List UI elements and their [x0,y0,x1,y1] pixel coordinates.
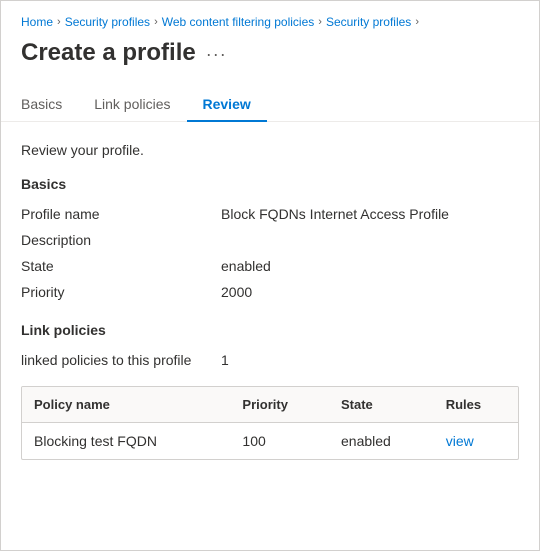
description-label: Description [21,230,201,250]
rules-view-link[interactable]: view [446,433,474,449]
col-header-state: State [329,387,434,423]
table-header-row: Policy name Priority State Rules [22,387,518,423]
content-area: Review your profile. Basics Profile name… [1,122,539,496]
priority-label: Priority [21,282,201,302]
review-description: Review your profile. [21,142,519,158]
basics-section: Basics Profile name Block FQDNs Internet… [21,176,519,302]
state-label: State [21,256,201,276]
priority-value: 2000 [221,282,519,302]
description-value [221,230,519,250]
tab-review[interactable]: Review [187,88,267,122]
linked-policies-label: linked policies to this profile [21,350,201,370]
breadcrumb-web-content[interactable]: Web content filtering policies [162,15,315,29]
cell-policy-name: Blocking test FQDN [22,423,230,460]
profile-name-label: Profile name [21,204,201,224]
basics-fields: Profile name Block FQDNs Internet Access… [21,204,519,302]
tab-link-policies[interactable]: Link policies [78,88,186,122]
breadcrumb: Home › Security profiles › Web content f… [1,1,539,33]
link-policies-section: Link policies linked policies to this pr… [21,322,519,460]
linked-policies-row: linked policies to this profile 1 [21,350,519,370]
breadcrumb-sep-4: › [415,16,419,28]
more-options-button[interactable]: ··· [206,44,227,65]
policies-table-container: Policy name Priority State Rules Blockin… [21,386,519,460]
linked-policies-value: 1 [221,350,519,370]
col-header-rules: Rules [434,387,518,423]
page-title: Create a profile [21,37,196,68]
breadcrumb-sep-1: › [57,16,61,28]
page-header: Create a profile ··· [1,33,539,68]
cell-rules: view [434,423,518,460]
breadcrumb-home[interactable]: Home [21,15,53,29]
breadcrumb-security-profiles-2[interactable]: Security profiles [326,15,411,29]
cell-state: enabled [329,423,434,460]
tab-basics[interactable]: Basics [21,88,78,122]
breadcrumb-sep-3: › [318,16,322,28]
page-container: Home › Security profiles › Web content f… [0,0,540,551]
cell-priority: 100 [230,423,329,460]
breadcrumb-security-profiles-1[interactable]: Security profiles [65,15,150,29]
tabs-container: Basics Link policies Review [1,72,539,122]
col-header-priority: Priority [230,387,329,423]
basics-section-title: Basics [21,176,519,192]
policies-table: Policy name Priority State Rules Blockin… [22,387,518,459]
profile-name-value: Block FQDNs Internet Access Profile [221,204,519,224]
link-policies-section-title: Link policies [21,322,519,338]
table-row: Blocking test FQDN 100 enabled view [22,423,518,460]
state-value: enabled [221,256,519,276]
col-header-policy-name: Policy name [22,387,230,423]
breadcrumb-sep-2: › [154,16,158,28]
